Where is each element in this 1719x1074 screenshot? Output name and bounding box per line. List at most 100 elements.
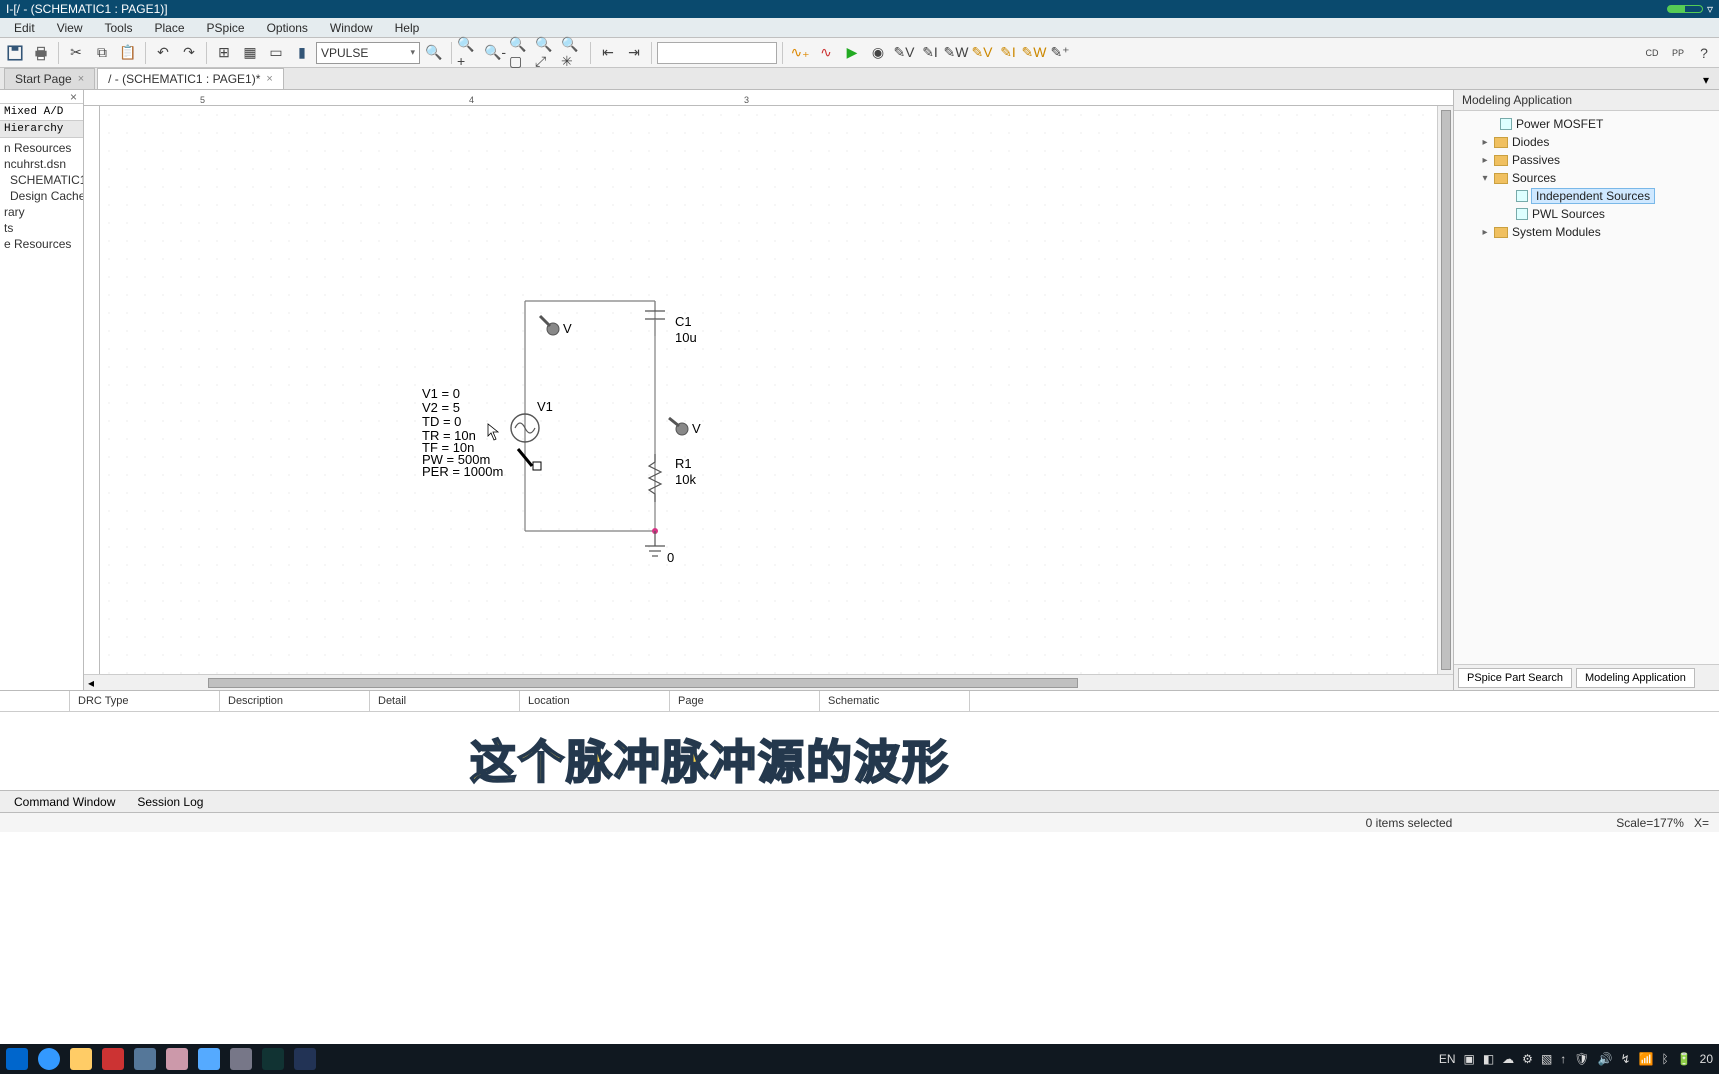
tray-icon[interactable]: ⚙ <box>1522 1052 1533 1066</box>
tab-command-window[interactable]: Command Window <box>4 792 125 812</box>
save-icon[interactable] <box>3 41 27 65</box>
scrollbar-vertical[interactable] <box>1437 106 1453 674</box>
grid-icon[interactable]: ⊞ <box>212 41 236 65</box>
taskbar-app-icon[interactable] <box>294 1048 316 1070</box>
zoom-out-icon[interactable]: 🔍- <box>483 41 507 65</box>
menu-window[interactable]: Window <box>320 19 383 37</box>
drc-col-type[interactable]: DRC Type <box>70 691 220 711</box>
marker-w-icon[interactable]: ✎W <box>944 41 968 65</box>
model-tree[interactable]: Power MOSFET ▸Diodes ▸Passives ▾Sources … <box>1454 111 1719 664</box>
marker-i2-icon[interactable]: ✎I <box>996 41 1020 65</box>
sim-profile-icon[interactable]: ∿₊ <box>788 41 812 65</box>
system-tray[interactable]: EN ▣ ◧ ☁ ⚙ ▧ ↑ 🛡 🔊 ↯ 📶 ᛒ 🔋 20 <box>1439 1052 1713 1066</box>
tray-icon[interactable]: ↑ <box>1560 1052 1566 1066</box>
zoom-fit-icon[interactable]: 🔍⤢ <box>535 41 559 65</box>
drc-body[interactable] <box>0 712 1719 788</box>
zoom-selection-icon[interactable]: 🔍✳ <box>561 41 585 65</box>
taskbar-app-icon[interactable] <box>38 1048 60 1070</box>
tab-page1[interactable]: / - (SCHEMATIC1 : PAGE1)* × <box>97 68 284 89</box>
tree-item[interactable]: n Resources <box>2 140 81 156</box>
tray-wifi-icon[interactable]: 📶 <box>1639 1052 1654 1066</box>
netlist-out-icon[interactable]: ⇥ <box>622 41 646 65</box>
left-panel-hierarchy-header[interactable]: Hierarchy <box>0 121 83 138</box>
close-icon[interactable]: × <box>266 73 272 85</box>
menu-help[interactable]: Help <box>385 19 430 37</box>
run-icon[interactable]: ▶ <box>840 41 864 65</box>
marker-v2-icon[interactable]: ✎V <box>970 41 994 65</box>
tray-battery-icon[interactable]: 🔋 <box>1677 1052 1692 1066</box>
marker-w2-icon[interactable]: ✎W <box>1022 41 1046 65</box>
tree-item[interactable]: e Resources <box>2 236 81 252</box>
drc-col-detail[interactable]: Detail <box>370 691 520 711</box>
tree-node-passives[interactable]: ▸Passives <box>1458 151 1715 169</box>
tree-node-system-modules[interactable]: ▸System Modules <box>1458 223 1715 241</box>
left-panel-close-icon[interactable]: × <box>0 90 83 104</box>
drc-col-blank[interactable] <box>0 691 70 711</box>
tray-icon[interactable]: ▣ <box>1463 1052 1474 1066</box>
tree-item[interactable]: Design Cache <box>2 188 81 204</box>
tab-overflow-icon[interactable]: ▾ <box>1697 71 1715 89</box>
help-icon[interactable]: ? <box>1692 41 1716 65</box>
close-icon[interactable]: × <box>78 73 84 85</box>
menu-pspice[interactable]: PSpice <box>197 19 255 37</box>
tray-icon[interactable]: 🔊 <box>1598 1052 1613 1066</box>
find-combo[interactable] <box>657 42 777 64</box>
taskbar-explorer-icon[interactable] <box>70 1048 92 1070</box>
taskbar-app-icon[interactable] <box>134 1048 156 1070</box>
search-icon[interactable]: 🔍 <box>422 41 446 65</box>
fill-icon[interactable]: ▮ <box>290 41 314 65</box>
drc-col-description[interactable]: Description <box>220 691 370 711</box>
drc-col-page[interactable]: Page <box>670 691 820 711</box>
redo-icon[interactable]: ↷ <box>177 41 201 65</box>
undo-icon[interactable]: ↶ <box>151 41 175 65</box>
tray-icon[interactable]: ☁ <box>1502 1052 1514 1066</box>
taskbar-app-icon[interactable] <box>198 1048 220 1070</box>
taskbar-app-icon[interactable] <box>230 1048 252 1070</box>
tree-node-independent-sources[interactable]: Independent Sources <box>1458 187 1715 205</box>
tree-item[interactable]: rary <box>2 204 81 220</box>
tree-node-sources[interactable]: ▾Sources <box>1458 169 1715 187</box>
zoom-in-icon[interactable]: 🔍+ <box>457 41 481 65</box>
marker-v-icon[interactable]: ✎V <box>892 41 916 65</box>
tray-icon[interactable]: ↯ <box>1620 1052 1630 1066</box>
titlebar-menu-icon[interactable]: ▿ <box>1707 2 1713 16</box>
menu-edit[interactable]: Edit <box>4 19 45 37</box>
tree-item[interactable]: SCHEMATIC1 <box>2 172 81 188</box>
taskbar-app-icon[interactable] <box>166 1048 188 1070</box>
snap-icon[interactable]: ▦ <box>238 41 262 65</box>
tray-time[interactable]: 20 <box>1700 1052 1713 1066</box>
drc-col-location[interactable]: Location <box>520 691 670 711</box>
tree-node-diodes[interactable]: ▸Diodes <box>1458 133 1715 151</box>
paste-icon[interactable]: 📋 <box>116 41 140 65</box>
copy-icon[interactable]: ⧉ <box>90 41 114 65</box>
area-icon[interactable]: ▭ <box>264 41 288 65</box>
marker-adv-icon[interactable]: ✎⁺ <box>1048 41 1072 65</box>
scrollbar-horizontal[interactable]: ◂ <box>84 674 1453 690</box>
ime-indicator[interactable]: EN <box>1439 1052 1456 1066</box>
print-icon[interactable] <box>29 41 53 65</box>
cut-icon[interactable]: ✂ <box>64 41 88 65</box>
menu-place[interactable]: Place <box>145 19 195 37</box>
taskbar-app-icon[interactable] <box>262 1048 284 1070</box>
tree-node-pwl-sources[interactable]: PWL Sources <box>1458 205 1715 223</box>
project-tree[interactable]: n Resources ncuhrst.dsn SCHEMATIC1 Desig… <box>0 138 83 690</box>
part-select-combo[interactable]: VPULSE ▾ <box>316 42 420 64</box>
tray-bluetooth-icon[interactable]: ᛒ <box>1661 1052 1668 1066</box>
tab-session-log[interactable]: Session Log <box>127 792 213 812</box>
drc-col-schematic[interactable]: Schematic <box>820 691 970 711</box>
tree-node-power-mosfet[interactable]: Power MOSFET <box>1458 115 1715 133</box>
netlist-in-icon[interactable]: ⇤ <box>596 41 620 65</box>
tab-pspice-part-search[interactable]: PSpice Part Search <box>1458 668 1572 688</box>
taskbar-app-icon[interactable] <box>102 1048 124 1070</box>
tray-icon[interactable]: ▧ <box>1541 1052 1552 1066</box>
cd-icon[interactable]: CD <box>1640 41 1664 65</box>
tab-modeling-application[interactable]: Modeling Application <box>1576 668 1695 688</box>
tree-item[interactable]: ts <box>2 220 81 236</box>
menu-view[interactable]: View <box>47 19 93 37</box>
sim-edit-icon[interactable]: ∿ <box>814 41 838 65</box>
pp-icon[interactable]: PP <box>1666 41 1690 65</box>
schematic-canvas[interactable]: V1 V1 = 0 V2 = 5 TD = 0 TR = 10n TF = 10… <box>100 106 1437 674</box>
view-results-icon[interactable]: ◉ <box>866 41 890 65</box>
tab-start-page[interactable]: Start Page × <box>4 68 95 89</box>
tray-icon[interactable]: ◧ <box>1483 1052 1494 1066</box>
